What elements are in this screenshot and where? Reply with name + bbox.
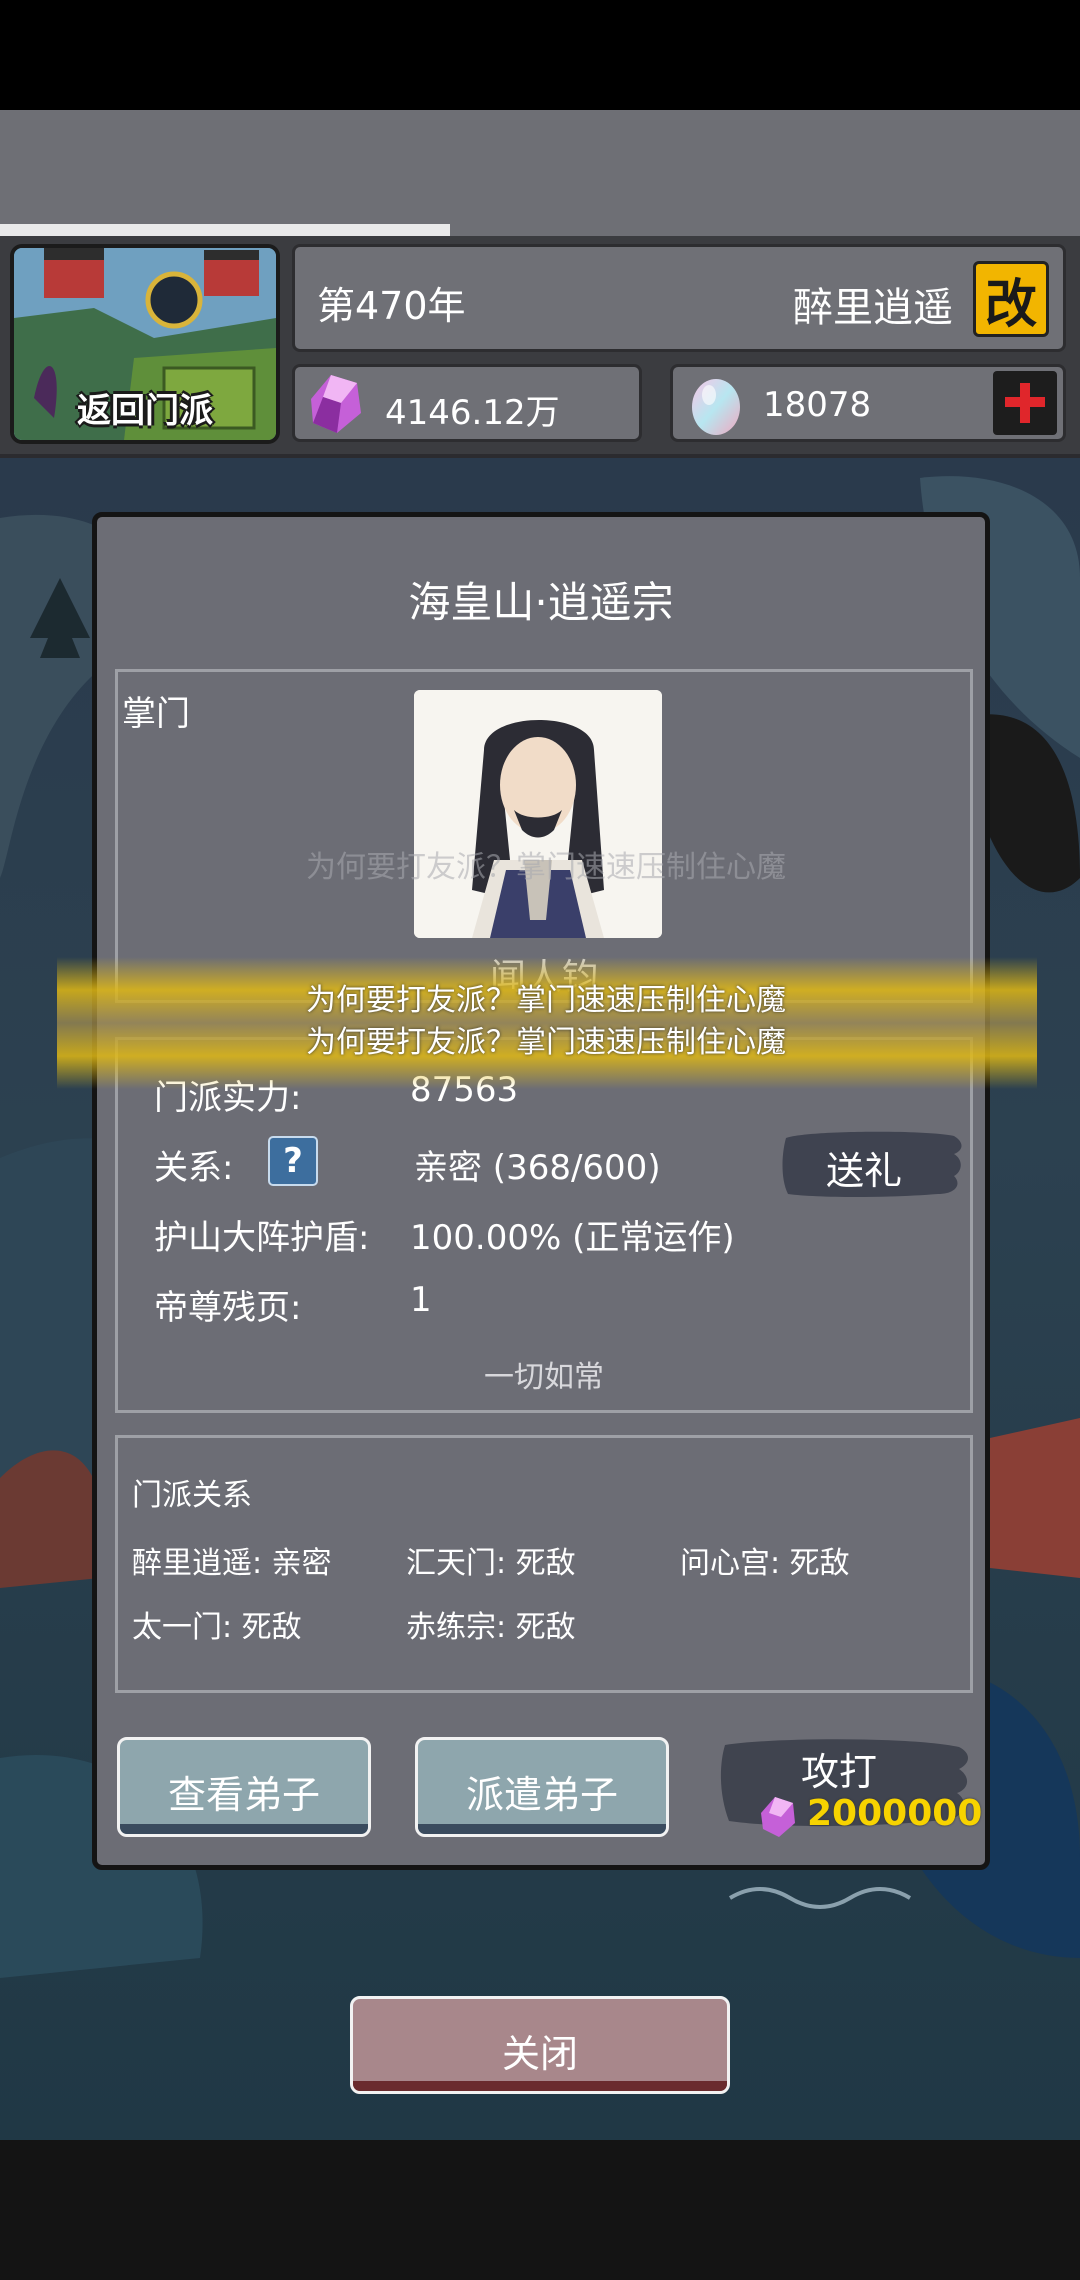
sect-info-section: 门派实力: 87563 关系: ? 亲密 (368/600) 送礼 护山大阵护盾… bbox=[115, 1037, 973, 1413]
year-text: 第470年 bbox=[317, 284, 466, 328]
sect-dialog: 海皇山·逍遥宗 掌门 闻人钧 为何要打友派？掌门速速压制住心魔 门派实力: 87… bbox=[57, 512, 1037, 1870]
attack-label: 攻打 bbox=[800, 1750, 877, 1794]
attack-cost: 2000000 bbox=[807, 1793, 983, 1834]
plus-icon bbox=[1005, 383, 1045, 423]
dispatch-disciples-button[interactable]: 派遣弟子 bbox=[415, 1737, 669, 1837]
shield-value: 100.00% (正常运作) bbox=[410, 1218, 735, 1258]
rename-button[interactable]: 改 bbox=[973, 261, 1049, 337]
gem-counter: 18078 bbox=[670, 364, 1066, 442]
crystal-icon bbox=[311, 375, 361, 433]
faded-message: 为何要打友派？掌门速速压制住心魔 bbox=[306, 850, 786, 885]
emperor-pages-value: 1 bbox=[410, 1280, 432, 1320]
gift-label: 送礼 bbox=[825, 1149, 902, 1193]
spirit-stone-counter: 4146.12万 bbox=[292, 364, 642, 442]
view-disciples-label: 查看弟子 bbox=[167, 1773, 320, 1817]
warning-line: 为何要打友派？掌门速速压制住心魔 bbox=[306, 983, 786, 1018]
bottom-bar bbox=[0, 2140, 1080, 2280]
return-sect-button[interactable]: 返回门派 bbox=[10, 244, 280, 444]
warning-line: 为何要打友派？掌门速速压制住心魔 bbox=[306, 1025, 786, 1060]
button-shade bbox=[353, 2081, 727, 2091]
relation-item: 醉里逍遥: 亲密 bbox=[132, 1546, 332, 1581]
close-label: 关闭 bbox=[501, 2032, 578, 2076]
attack-button[interactable]: 攻打 2000000 bbox=[715, 1735, 982, 1843]
year-panel: 第470年 醉里逍遥 改 bbox=[292, 244, 1066, 352]
gem-value: 18078 bbox=[763, 385, 872, 425]
emperor-pages-label: 帝尊残页: bbox=[154, 1288, 302, 1328]
relations-section: 门派关系 醉里逍遥: 亲密 汇天门: 死敌 问心宫: 死敌 太一门: 死敌 赤练… bbox=[115, 1435, 973, 1693]
close-button[interactable]: 关闭 bbox=[350, 1996, 730, 2094]
crystal-icon bbox=[761, 1797, 795, 1837]
status-bar bbox=[0, 0, 1080, 110]
top-band bbox=[0, 110, 1080, 240]
relation-help-button[interactable]: ? bbox=[268, 1136, 318, 1186]
relation-item: 问心宫: 死敌 bbox=[680, 1546, 850, 1581]
view-disciples-button[interactable]: 查看弟子 bbox=[117, 1737, 371, 1837]
add-gems-button[interactable] bbox=[993, 371, 1057, 435]
button-shade bbox=[120, 1824, 368, 1834]
relations-title: 门派关系 bbox=[132, 1478, 252, 1513]
status-text: 一切如常 bbox=[484, 1360, 604, 1395]
return-sect-label: 返回门派 bbox=[77, 391, 213, 431]
button-shade bbox=[418, 1824, 666, 1834]
shield-label: 护山大阵护盾: bbox=[154, 1218, 370, 1258]
dialog-title: 海皇山·逍遥宗 bbox=[408, 578, 674, 627]
spirit-stone-value: 4146.12万 bbox=[385, 393, 560, 433]
leader-label: 掌门 bbox=[122, 694, 190, 734]
dispatch-disciples-label: 派遣弟子 bbox=[465, 1773, 618, 1817]
gift-button[interactable]: 送礼 bbox=[778, 1128, 966, 1200]
relation-label: 关系: bbox=[154, 1148, 234, 1188]
leader-avatar-icon bbox=[414, 690, 662, 938]
player-name: 醉里逍遥 bbox=[793, 285, 953, 331]
relation-item: 太一门: 死敌 bbox=[132, 1610, 302, 1645]
relation-value: 亲密 (368/600) bbox=[414, 1148, 661, 1188]
relation-item: 赤练宗: 死敌 bbox=[406, 1610, 576, 1645]
gem-egg-icon bbox=[692, 379, 740, 435]
loading-bar bbox=[0, 224, 450, 236]
leader-section: 掌门 闻人钧 bbox=[115, 669, 973, 1003]
leader-portrait[interactable] bbox=[414, 690, 662, 938]
relation-item: 汇天门: 死敌 bbox=[406, 1546, 576, 1581]
